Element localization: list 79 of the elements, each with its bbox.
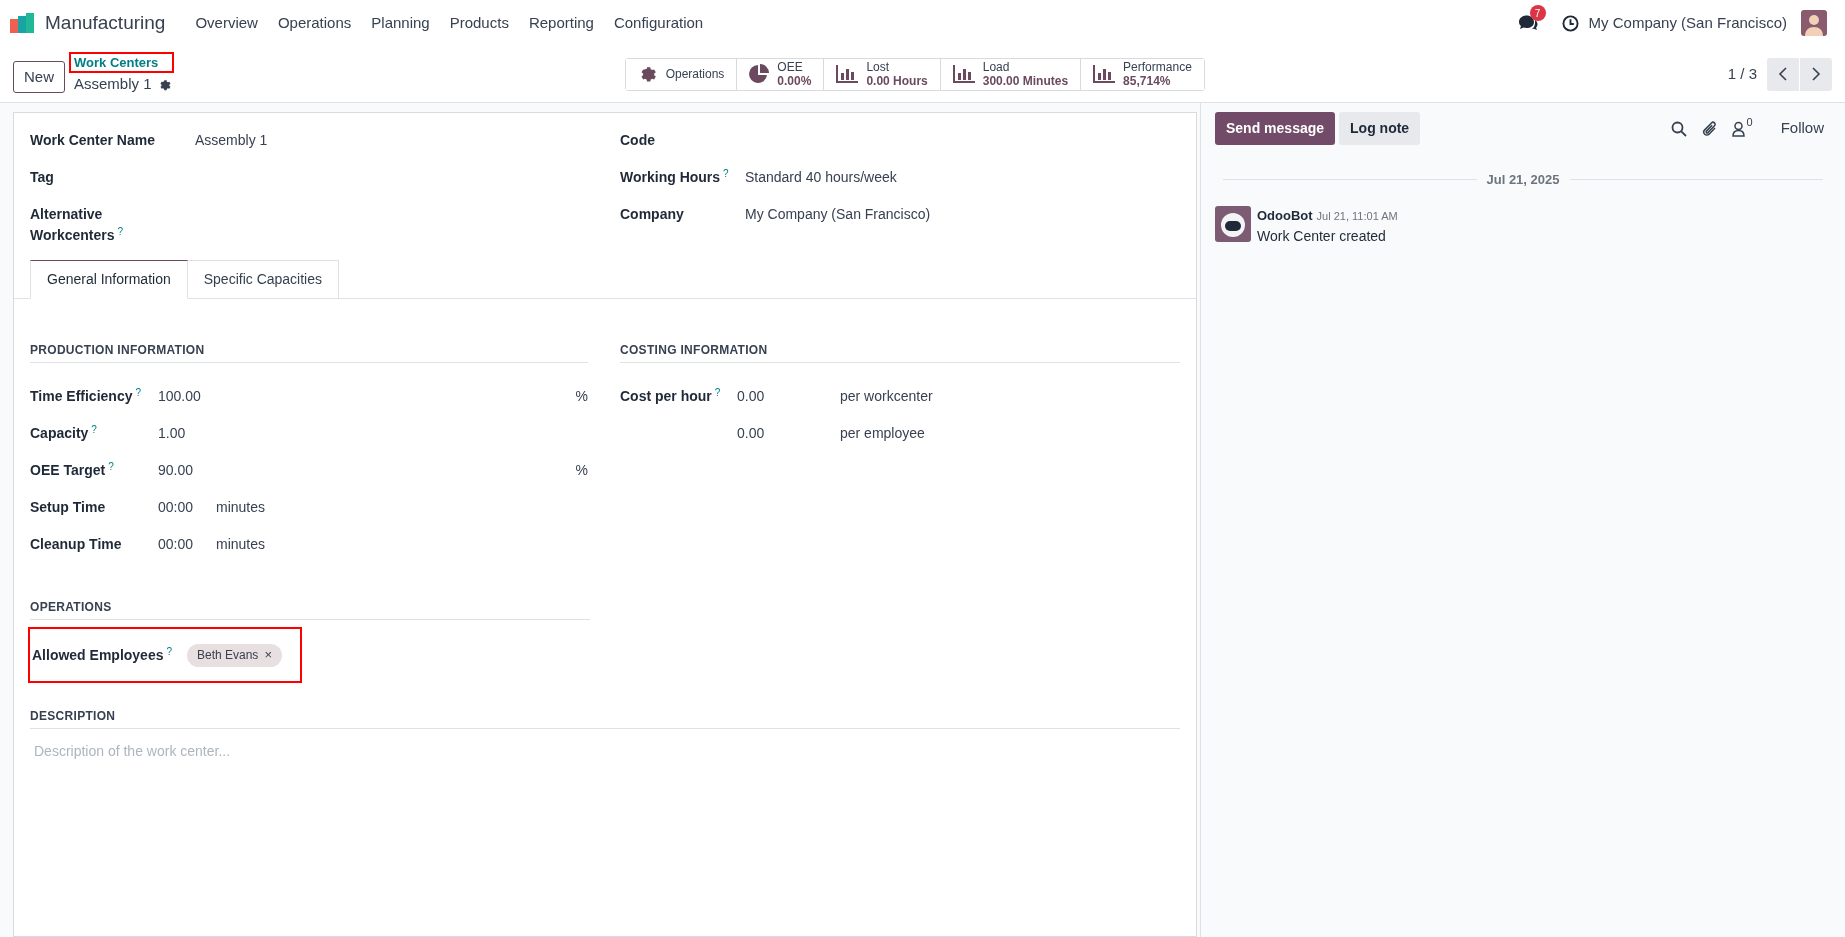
stat-text: Lost 0.00 Hours (866, 60, 928, 88)
field-value: 00:00 (158, 498, 195, 517)
bar-chart-icon (1093, 65, 1116, 83)
field-value: 00:00 (158, 535, 195, 554)
follow-button[interactable]: Follow (1780, 117, 1824, 140)
stat-button[interactable]: Performance 85,714% (1080, 58, 1204, 90)
field-label: Time Efficiency $^{?}$ (30, 386, 142, 406)
message-author: OdooBot (1257, 206, 1313, 225)
send-message-button[interactable]: Send message (1215, 112, 1336, 145)
menu-item[interactable]: Configuration (603, 7, 714, 39)
pie-chart-icon (749, 64, 770, 84)
field-label: Work Center Name (30, 131, 156, 150)
field-value: 90.00 (158, 461, 195, 480)
menu-item[interactable]: Products (439, 7, 519, 39)
unit-label: % (575, 461, 588, 480)
field-value: 0.00 (737, 387, 766, 406)
date-separator: Jul 21, 2025 (1486, 171, 1560, 189)
section-heading: OPERATIONS (30, 600, 112, 614)
bar-chart-icon (836, 65, 859, 83)
unit-label: minutes (216, 535, 266, 554)
bar-chart-icon (952, 65, 975, 83)
log-note-button[interactable]: Log note (1339, 112, 1421, 145)
field-label: Code (620, 131, 656, 150)
field-label: Alternative Workcenters $^{?}$ (30, 205, 125, 245)
field-label: Company (620, 205, 685, 224)
company-switcher[interactable]: My Company (San Francisco) (1588, 11, 1787, 35)
field-value: 100.00 (158, 387, 202, 406)
record-title: Assembly 1 (74, 74, 152, 95)
message-time: Jul 21, 11:01 AM (1316, 208, 1398, 224)
paperclip-icon (1701, 119, 1718, 138)
section-heading: PRODUCTION INFORMATION (30, 343, 205, 357)
field-label: Capacity $^{?}$ (30, 423, 98, 443)
unit-label: minutes (216, 498, 266, 517)
tag-label: Beth Evans (197, 647, 259, 664)
next-button[interactable] (1800, 57, 1832, 91)
field-value: 1.00 (158, 424, 187, 443)
breadcrumb-link[interactable]: Work Centers (69, 52, 175, 74)
field-value: 0.00 (737, 424, 766, 443)
new-button[interactable]: New (13, 61, 65, 93)
stat-text: Performance 85,714% (1123, 60, 1192, 88)
chevron-right-icon (1810, 66, 1822, 82)
follower-count: 0 (1746, 116, 1753, 128)
field-label: Tag (30, 168, 55, 187)
menu-item[interactable]: Planning (361, 7, 440, 39)
stat-text: OEE 0.00% (777, 60, 812, 88)
description-field[interactable]: Description of the work center... (30, 741, 1180, 801)
section-heading: COSTING INFORMATION (620, 343, 768, 357)
field-value: My Company (San Francisco) (745, 205, 931, 224)
search-icon (1670, 120, 1687, 137)
field-label: Setup Time (30, 498, 107, 517)
notification-badge: 7 (1529, 5, 1546, 21)
field-label: OEE Target $^{?}$ (30, 460, 115, 480)
stat-text: Load 300.00 Minutes (982, 60, 1069, 88)
unit-label: per workcenter (840, 387, 933, 406)
unit-label: per employee (840, 424, 925, 443)
app-logo-icon (10, 13, 36, 33)
tab[interactable]: Specific Capacities (187, 260, 339, 299)
field-value: Assembly 1 (195, 131, 268, 150)
pager-value[interactable]: 1 / 3 (1727, 62, 1757, 86)
chevron-left-icon (1777, 66, 1789, 82)
field-value: Standard 40 hours/week (745, 168, 897, 187)
app-name[interactable]: Manufacturing (45, 8, 166, 38)
field-label: Allowed Employees $^{?}$ (32, 644, 174, 665)
section-heading: DESCRIPTION (30, 709, 116, 723)
field-label: Cleanup Time (30, 535, 123, 554)
menu-item[interactable]: Reporting (518, 7, 604, 39)
previous-button[interactable] (1767, 57, 1799, 91)
clock-icon (1561, 14, 1579, 32)
menu-item[interactable]: Operations (267, 7, 362, 39)
user-avatar-icon (1801, 10, 1827, 36)
followers-icon (1731, 120, 1745, 137)
bot-avatar-icon (1215, 205, 1251, 242)
tab[interactable]: General Information (30, 260, 188, 299)
field-label: Working Hours $^{?}$ (620, 167, 730, 187)
remove-tag-icon[interactable]: × (264, 645, 272, 665)
menu-item[interactable]: Overview (185, 7, 268, 39)
unit-label: % (575, 387, 588, 406)
field-label: Cost per hour $^{?}$ (620, 386, 722, 406)
message-body: Work Center created (1257, 227, 1387, 246)
